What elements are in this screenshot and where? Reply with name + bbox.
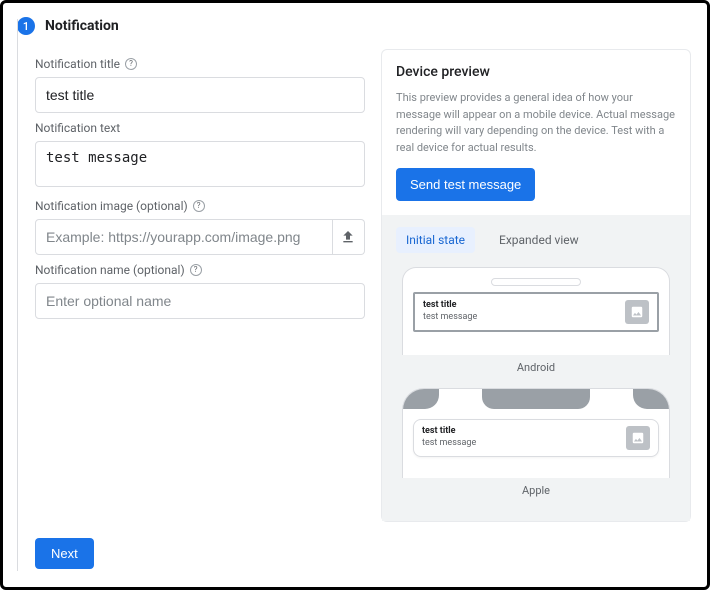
android-notification: test title test message (413, 292, 659, 332)
next-button[interactable]: Next (35, 538, 94, 569)
apple-status-right (633, 389, 669, 409)
text-label: Notification text (35, 121, 365, 135)
notification-title-input[interactable] (35, 77, 365, 113)
image-label: Notification image (optional) ? (35, 199, 365, 213)
upload-image-button[interactable] (333, 219, 365, 255)
apple-status-left (403, 389, 439, 409)
name-label: Notification name (optional) ? (35, 263, 365, 277)
tab-expanded-view[interactable]: Expanded view (489, 227, 589, 253)
text-label-text: Notification text (35, 121, 120, 135)
preview-heading: Device preview (396, 64, 676, 80)
notification-image-input[interactable] (35, 219, 333, 255)
title-label-text: Notification title (35, 57, 120, 71)
notification-name-input[interactable] (35, 283, 365, 319)
notification-text-input[interactable] (35, 141, 365, 187)
android-notif-message: test message (423, 312, 477, 324)
apple-notif-message: test message (422, 438, 476, 450)
android-speaker (491, 278, 581, 286)
name-label-text: Notification name (optional) (35, 263, 185, 277)
android-preview-device: test title test message (402, 267, 670, 355)
apple-preview-device: test title test message (402, 388, 670, 478)
apple-notch (482, 389, 590, 409)
apple-notification: test title test message (413, 419, 659, 457)
step-number-badge: 1 (17, 17, 35, 35)
send-test-message-button[interactable]: Send test message (396, 168, 535, 201)
image-label-text: Notification image (optional) (35, 199, 188, 213)
step-header: 1 Notification (17, 17, 691, 35)
image-placeholder-icon (625, 300, 649, 324)
image-placeholder-icon (626, 426, 650, 450)
help-icon[interactable]: ? (193, 200, 205, 212)
form-column: Notification title ? Notification text N… (35, 49, 365, 522)
apple-notif-title: test title (422, 426, 476, 438)
device-preview-card: Device preview This preview provides a g… (381, 49, 691, 522)
title-label: Notification title ? (35, 57, 365, 71)
android-label: Android (396, 361, 676, 374)
vertical-divider (17, 19, 18, 571)
view-tabs: Initial state Expanded view (396, 227, 676, 253)
help-icon[interactable]: ? (190, 264, 202, 276)
upload-icon (340, 229, 356, 245)
preview-body: Initial state Expanded view test title t… (382, 215, 690, 521)
step-title: Notification (45, 18, 119, 34)
apple-label: Apple (396, 484, 676, 497)
tab-initial-state[interactable]: Initial state (396, 227, 475, 253)
preview-description: This preview provides a general idea of … (396, 90, 676, 156)
android-notif-title: test title (423, 300, 477, 312)
help-icon[interactable]: ? (125, 58, 137, 70)
